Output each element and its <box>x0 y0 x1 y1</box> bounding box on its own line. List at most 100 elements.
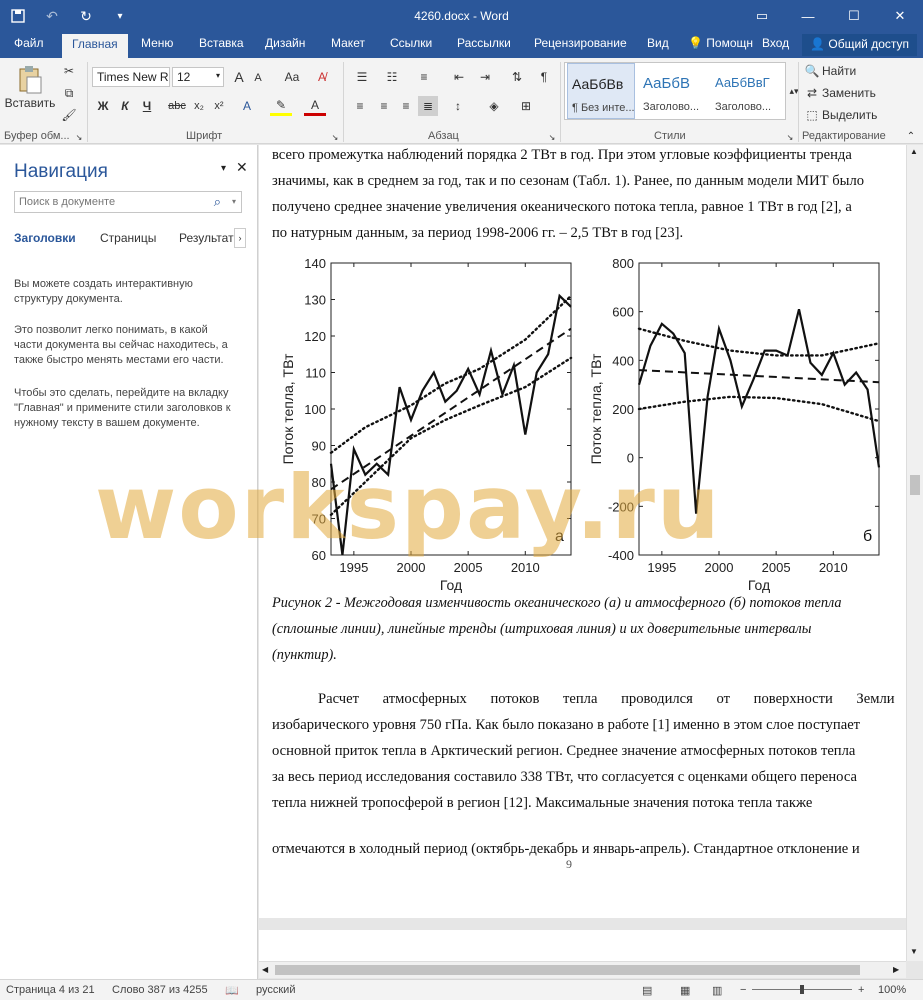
find-button[interactable]: Найти <box>822 62 856 80</box>
tab-design[interactable]: Дизайн <box>265 36 305 50</box>
minimize-button[interactable]: — <box>785 0 831 32</box>
paragraph-launcher-icon[interactable]: ↘ <box>547 132 557 142</box>
align-left-icon[interactable]: ≡ <box>350 96 370 116</box>
read-mode-icon[interactable]: ▤ <box>642 984 652 997</box>
tab-home[interactable]: Главная <box>62 34 128 58</box>
bullets-icon[interactable]: ☰ <box>350 67 374 87</box>
zoom-slider-handle[interactable] <box>800 985 804 994</box>
justify-icon[interactable]: ≣ <box>418 96 438 116</box>
strikethrough-button[interactable]: abc <box>166 96 188 116</box>
search-icon[interactable]: ⌕ <box>214 194 221 210</box>
tab-file[interactable]: Файл <box>14 36 44 50</box>
decrease-indent-icon[interactable]: ⇤ <box>448 67 470 87</box>
tab-mailings[interactable]: Рассылки <box>457 36 511 50</box>
increase-indent-icon[interactable]: ⇥ <box>474 67 496 87</box>
font-launcher-icon[interactable]: ↘ <box>330 132 340 142</box>
style-item-heading2[interactable]: АаБбВвГ Заголово... <box>711 63 779 119</box>
tab-view[interactable]: Вид <box>647 36 669 50</box>
vertical-scrollbar[interactable]: ▲ ▼ <box>906 145 923 961</box>
horizontal-scrollbar[interactable]: ◀ ▶ <box>259 961 906 978</box>
share-button[interactable]: 👤 Общий доступ <box>802 34 917 56</box>
clipboard-launcher-icon[interactable]: ↘ <box>74 132 84 142</box>
nav-tab-results[interactable]: Результаты <box>179 231 235 245</box>
style-item-heading1[interactable]: АаБбВ Заголово... <box>639 63 707 119</box>
font-size-combo[interactable]: 12 ▾ <box>172 67 224 87</box>
series-dotted-line <box>329 294 573 455</box>
sort-icon[interactable]: ⇅ <box>506 67 528 87</box>
scroll-right-icon[interactable]: ▶ <box>893 965 899 974</box>
style-item-normal[interactable]: АаБбВв ¶ Без инте... <box>567 63 635 119</box>
zoom-in-icon[interactable]: + <box>858 984 864 996</box>
underline-button[interactable]: Ч <box>138 96 156 116</box>
font-color-icon[interactable]: A <box>304 96 326 116</box>
print-layout-icon[interactable]: ▦ <box>680 984 690 997</box>
styles-launcher-icon[interactable]: ↘ <box>785 132 795 142</box>
sign-in-link[interactable]: Вход <box>762 36 789 50</box>
select-icon[interactable]: ⬚ <box>804 106 820 124</box>
copy-icon[interactable]: ⧉ <box>60 84 78 102</box>
shading-icon[interactable]: ◈ <box>482 96 506 116</box>
subscript-button[interactable]: x₂ <box>190 96 208 116</box>
cut-icon[interactable]: ✂ <box>60 62 78 80</box>
scroll-thumb[interactable] <box>910 475 920 495</box>
nav-search-input[interactable]: Поиск в документе ⌕ ▾ <box>14 191 242 213</box>
line-spacing-icon[interactable]: ↕ <box>446 96 470 116</box>
highlight-icon[interactable]: ✎ <box>270 96 292 116</box>
multilevel-list-icon[interactable]: ≡ <box>412 67 436 87</box>
nav-tab-pages[interactable]: Страницы <box>100 231 156 245</box>
bold-button[interactable]: Ж <box>94 96 112 116</box>
change-case-button[interactable]: Aa <box>278 67 306 87</box>
align-center-icon[interactable]: ≡ <box>374 96 394 116</box>
document-page[interactable]: всего промежутка наблюдений порядка 2 ТВ… <box>259 145 906 918</box>
text-effects-icon[interactable]: A <box>236 96 258 116</box>
show-marks-icon[interactable]: ¶ <box>534 67 554 87</box>
find-icon[interactable]: 🔍 <box>804 62 820 80</box>
scroll-up-icon[interactable]: ▲ <box>910 147 918 156</box>
ribbon-display-icon[interactable]: ▭ <box>739 0 785 32</box>
styles-gallery[interactable]: АаБбВв ¶ Без инте... АаБбВ Заголово... А… <box>564 62 786 120</box>
editing-group-label: Редактирование <box>802 130 886 142</box>
language-indicator[interactable]: русский <box>256 984 295 996</box>
collapse-ribbon-icon[interactable]: ⌃ <box>905 130 917 142</box>
nav-tabs-scroll-icon[interactable]: › <box>234 228 246 248</box>
nav-options-icon[interactable]: ▾ <box>221 163 226 174</box>
align-right-icon[interactable]: ≡ <box>396 96 416 116</box>
word-count[interactable]: Слово 387 из 4255 <box>112 984 208 996</box>
shrink-font-button[interactable]: A <box>250 69 266 87</box>
nav-close-icon[interactable]: ✕ <box>236 159 248 176</box>
web-layout-icon[interactable]: ▥ <box>712 984 722 997</box>
hscroll-thumb[interactable] <box>275 965 860 975</box>
tell-me-box[interactable]: 💡 Помощн <box>688 36 753 50</box>
tab-layout[interactable]: Макет <box>331 36 365 50</box>
clear-format-icon[interactable]: A̸ <box>312 67 332 87</box>
select-button[interactable]: Выделить <box>822 106 877 124</box>
font-name-combo[interactable]: Times New R <box>92 67 170 87</box>
next-page[interactable] <box>259 930 906 961</box>
format-painter-icon[interactable]: 🖌 <box>60 106 78 124</box>
paste-button[interactable]: Вставить <box>5 96 56 110</box>
nav-tab-headings[interactable]: Заголовки <box>14 231 76 245</box>
tab-references[interactable]: Ссылки <box>390 36 432 50</box>
tab-insert[interactable]: Вставка <box>199 36 244 50</box>
tab-review[interactable]: Рецензирование <box>534 36 627 50</box>
zoom-level[interactable]: 100% <box>878 984 906 996</box>
borders-icon[interactable]: ⊞ <box>514 96 538 116</box>
ribbon: Вставить ✂ ⧉ 🖌 Буфер обм... ↘ Times New … <box>0 58 923 144</box>
numbering-icon[interactable]: ☷ <box>380 67 404 87</box>
proofing-icon[interactable]: 📖 <box>225 984 239 997</box>
replace-icon[interactable]: ⇄ <box>804 84 820 102</box>
close-button[interactable]: ✕ <box>877 0 923 32</box>
grow-font-button[interactable]: A <box>230 67 248 87</box>
y-tick-label: 200 <box>612 402 634 417</box>
scroll-down-icon[interactable]: ▼ <box>910 947 918 956</box>
page-count[interactable]: Страница 4 из 21 <box>6 984 95 996</box>
search-dropdown-icon[interactable]: ▾ <box>232 197 236 206</box>
paste-icon[interactable] <box>10 62 50 98</box>
replace-button[interactable]: Заменить <box>822 84 876 102</box>
maximize-button[interactable]: ☐ <box>831 0 877 32</box>
superscript-button[interactable]: x² <box>210 96 228 116</box>
italic-button[interactable]: К <box>116 96 134 116</box>
tab-menu[interactable]: Меню <box>141 36 173 50</box>
scroll-left-icon[interactable]: ◀ <box>262 965 268 974</box>
zoom-out-icon[interactable]: − <box>740 984 746 996</box>
